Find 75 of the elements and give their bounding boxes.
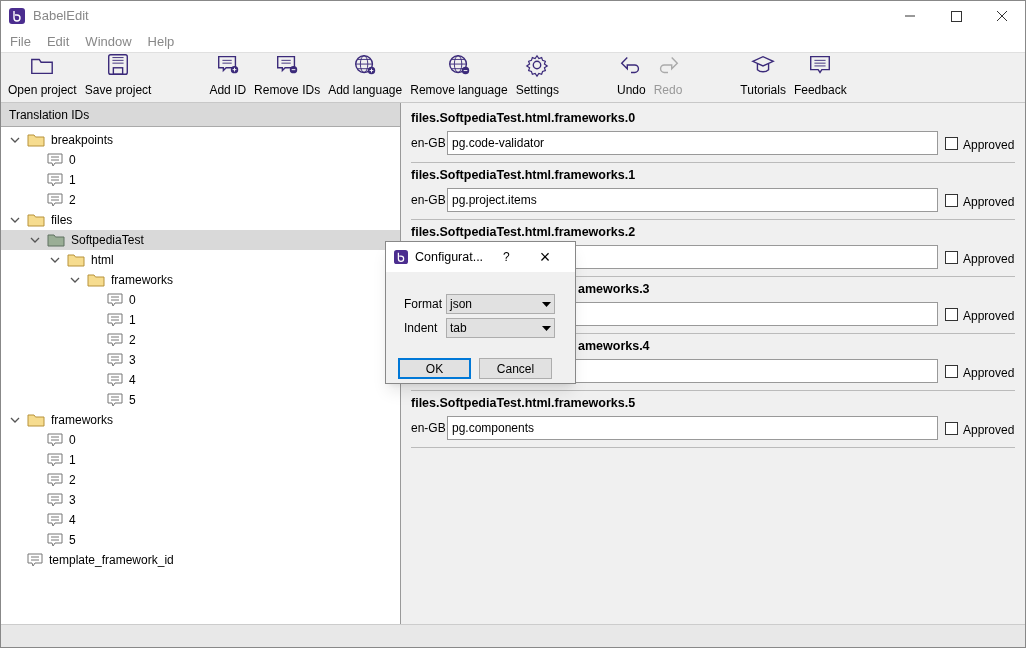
entry-title: files.SoftpediaTest.html.frameworks.0 <box>411 111 636 125</box>
tree-item[interactable]: 4 <box>1 510 400 530</box>
tree-item[interactable]: 0 <box>1 430 400 450</box>
translation-field[interactable]: pg.code-validator <box>447 131 938 155</box>
language-label: en-GB <box>411 420 447 437</box>
tree-item[interactable]: 0 <box>1 150 400 170</box>
checkbox-label: Approved <box>963 307 1015 325</box>
field-label: Format <box>404 296 443 313</box>
tree-item[interactable]: 2 <box>1 330 400 350</box>
tree-item[interactable]: html <box>1 250 400 270</box>
comment-plus-button[interactable]: Add ID <box>206 52 250 99</box>
globe-plus-button[interactable]: Add language <box>325 52 406 99</box>
entry-title: files.SoftpediaTest.html.frameworks.5 <box>411 396 636 410</box>
app-logo-icon <box>394 250 408 264</box>
language-label: en-GB <box>411 192 447 209</box>
checkbox-label: Approved <box>963 193 1015 211</box>
tree-item[interactable]: 3 <box>1 490 400 510</box>
dropdown[interactable]: tab <box>446 318 555 338</box>
approved-checkbox[interactable] <box>945 136 958 150</box>
tree-item[interactable]: 0 <box>1 290 400 310</box>
translation-field[interactable]: pg.project.items <box>447 188 938 212</box>
tree-item[interactable]: files <box>1 210 400 230</box>
dialog-button[interactable]: Cancel <box>479 358 552 379</box>
tree-item[interactable]: 5 <box>1 390 400 410</box>
checkbox-label: Approved <box>963 421 1015 439</box>
tree-item[interactable]: frameworks <box>1 270 400 290</box>
panel-header: Translation IDs <box>1 103 400 127</box>
dropdown-arrow-icon <box>542 325 551 331</box>
save-button[interactable]: Save project <box>81 52 155 99</box>
approved-checkbox[interactable] <box>945 364 958 378</box>
dropdown-arrow-icon <box>542 301 551 307</box>
checkbox-label: Approved <box>963 364 1015 382</box>
help-button[interactable]: ? <box>503 248 510 266</box>
tree-item[interactable]: 1 <box>1 170 400 190</box>
graduation-cap-button[interactable]: Tutorials <box>737 52 789 99</box>
menu-item[interactable]: File <box>3 31 38 52</box>
menu-item[interactable]: Window <box>78 31 139 52</box>
entry-title: ameworks.3 <box>578 282 650 296</box>
checkbox-label: Approved <box>963 136 1015 154</box>
entry-title: ameworks.4 <box>578 339 650 353</box>
tree-item[interactable]: 2 <box>1 190 400 210</box>
tree-item[interactable]: 1 <box>1 450 400 470</box>
globe-minus-button[interactable]: Remove language <box>407 52 511 99</box>
comment-minus-button[interactable]: Remove IDs <box>251 52 324 99</box>
tree-item[interactable]: SoftpediaTest <box>1 230 400 250</box>
undo-button[interactable]: Undo <box>614 52 649 99</box>
checkbox-label: Approved <box>963 250 1015 268</box>
tree-item[interactable]: 5 <box>1 530 400 550</box>
entry-title: files.SoftpediaTest.html.frameworks.1 <box>411 168 636 182</box>
menu-item[interactable]: Edit <box>39 31 77 52</box>
feedback-button[interactable]: Feedback <box>790 52 850 99</box>
folder-button[interactable]: Open project <box>5 52 80 99</box>
approved-checkbox[interactable] <box>945 250 958 264</box>
tree-item[interactable]: 4 <box>1 370 400 390</box>
close-button[interactable]: × <box>539 248 551 266</box>
dialog-title: Configurat... <box>415 248 484 266</box>
settings-button[interactable]: Settings <box>512 52 562 99</box>
approved-checkbox[interactable] <box>945 193 958 207</box>
approved-checkbox[interactable] <box>945 421 958 435</box>
menu-item[interactable]: Help <box>140 31 182 52</box>
dropdown[interactable]: json <box>446 294 555 314</box>
tree-item[interactable]: frameworks <box>1 410 400 430</box>
field-label: Indent <box>404 320 439 337</box>
entry-title: files.SoftpediaTest.html.frameworks.2 <box>411 225 636 239</box>
dialog-button[interactable]: OK <box>398 358 471 379</box>
approved-checkbox[interactable] <box>945 307 958 321</box>
language-label: en-GB <box>411 135 447 152</box>
app-logo-icon <box>9 8 25 24</box>
tree-item[interactable]: template_framework_id <box>1 550 400 570</box>
tree-item[interactable]: 3 <box>1 350 400 370</box>
tree-item[interactable]: breakpoints <box>1 130 400 150</box>
window-title: BabelEdit <box>33 7 89 26</box>
tree-item[interactable]: 1 <box>1 310 400 330</box>
translation-field[interactable]: pg.components <box>447 416 938 440</box>
tree-item[interactable]: 2 <box>1 470 400 490</box>
